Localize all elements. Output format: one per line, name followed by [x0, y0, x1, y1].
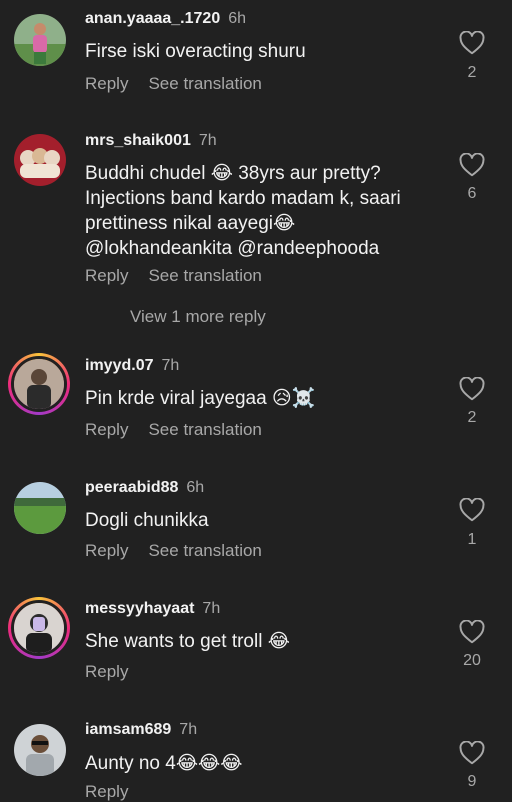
comment-header: peeraabid88 6h — [85, 479, 204, 497]
comment-text: Aunty no 4😂😂😂 — [85, 753, 243, 774]
like-count: 9 — [467, 773, 477, 790]
comment-time: 7h — [161, 357, 180, 374]
comment-actions: Reply See translation — [85, 266, 282, 286]
username[interactable]: peeraabid88 — [85, 479, 178, 496]
like-count: 1 — [467, 531, 477, 548]
comment-actions: Reply — [85, 662, 148, 682]
like-count: 2 — [467, 64, 477, 81]
comment-header: imyyd.07 7h — [85, 357, 179, 375]
comment-text: Pin krde viral jayegaa 😥☠️ — [85, 388, 316, 409]
reply-button[interactable]: Reply — [85, 662, 128, 681]
comment-text: She wants to get troll 😂 — [85, 631, 290, 652]
like-count: 20 — [463, 652, 481, 669]
avatar[interactable] — [8, 353, 70, 415]
reply-button[interactable]: Reply — [85, 266, 128, 285]
heart-icon[interactable] — [459, 741, 485, 765]
reply-button[interactable]: Reply — [85, 420, 128, 439]
heart-icon[interactable] — [459, 377, 485, 401]
username[interactable]: anan.yaaaa_.1720 — [85, 10, 220, 27]
comment-actions: Reply See translation — [85, 74, 282, 94]
comment-header: anan.yaaaa_.1720 6h — [85, 10, 246, 28]
avatar[interactable] — [14, 134, 66, 186]
avatar[interactable] — [8, 597, 70, 659]
comment-text: Firse iski overacting shuru — [85, 41, 306, 62]
see-translation-button[interactable]: See translation — [148, 266, 261, 285]
comment-header: messyyhayaat 7h — [85, 600, 220, 618]
comment-actions: Reply See translation — [85, 541, 282, 561]
heart-icon[interactable] — [459, 620, 485, 644]
comment-time: 7h — [179, 721, 198, 738]
heart-icon[interactable] — [459, 31, 485, 55]
username[interactable]: messyyhayaat — [85, 600, 194, 617]
comment-actions: Reply — [85, 782, 148, 802]
username[interactable]: mrs_shaik001 — [85, 132, 191, 149]
see-translation-button[interactable]: See translation — [148, 541, 261, 560]
reply-button[interactable]: Reply — [85, 782, 128, 801]
see-translation-button[interactable]: See translation — [148, 420, 261, 439]
heart-icon[interactable] — [459, 153, 485, 177]
comment-text: Buddhi chudel 😂 38yrs aur pretty? Inject… — [85, 163, 401, 259]
heart-icon[interactable] — [459, 498, 485, 522]
reply-button[interactable]: Reply — [85, 541, 128, 560]
comment-time: 7h — [198, 132, 217, 149]
avatar[interactable] — [14, 482, 66, 534]
comment-text: Dogli chunikka — [85, 510, 209, 531]
like-count: 6 — [467, 185, 477, 202]
username[interactable]: imyyd.07 — [85, 357, 153, 374]
like-count: 2 — [467, 409, 477, 426]
avatar[interactable] — [14, 724, 66, 776]
see-translation-button[interactable]: See translation — [148, 74, 261, 93]
comment-time: 6h — [186, 479, 205, 496]
comment-header: mrs_shaik001 7h — [85, 132, 217, 150]
username[interactable]: iamsam689 — [85, 721, 171, 738]
comment-actions: Reply See translation — [85, 420, 282, 440]
view-more-replies-button[interactable]: View 1 more reply — [130, 307, 266, 327]
comment-time: 7h — [202, 600, 221, 617]
comment-header: iamsam689 7h — [85, 721, 197, 739]
reply-button[interactable]: Reply — [85, 74, 128, 93]
comment-time: 6h — [228, 10, 247, 27]
avatar[interactable] — [14, 14, 66, 66]
